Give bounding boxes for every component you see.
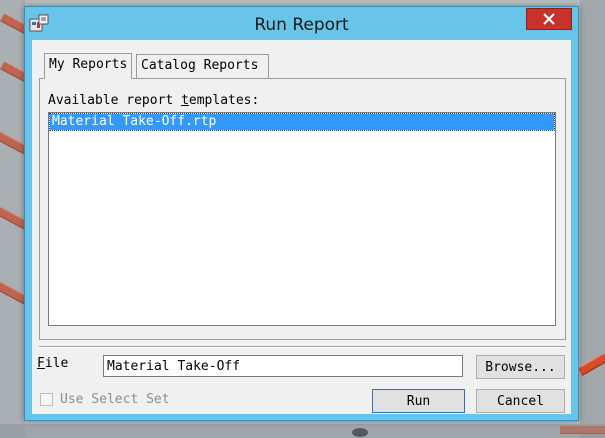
label-accelerator: t [181, 93, 189, 108]
background-floor [0, 424, 605, 438]
label-text: ile [44, 356, 69, 371]
file-label: File [37, 356, 68, 371]
window-title: Run Report [254, 15, 349, 35]
available-templates-label: Available report templates: [48, 93, 259, 108]
my-reports-panel: Available report templates: Material Tak… [39, 78, 566, 340]
file-input[interactable] [103, 355, 463, 377]
run-button[interactable]: Run [372, 389, 465, 413]
label-text: Available report [48, 93, 182, 108]
label-accelerator: F [37, 356, 45, 371]
title-bar[interactable]: Run Report [25, 7, 578, 41]
close-icon [543, 13, 555, 25]
cancel-button[interactable]: Cancel [476, 389, 565, 413]
background-structure [0, 0, 25, 438]
tab-catalog-reports[interactable]: Catalog Reports [136, 54, 269, 78]
browse-button[interactable]: Browse... [476, 355, 565, 379]
background-marker [352, 428, 368, 437]
run-report-dialog: Run Report My Reports Catalog Reports Av… [24, 6, 579, 421]
dialog-client-area: My Reports Catalog Reports Available rep… [32, 40, 571, 414]
use-select-set-checkbox[interactable] [40, 393, 53, 406]
report-templates-list[interactable]: Material Take-Off.rtp [48, 112, 556, 326]
use-select-set-label: Use Select Set [60, 392, 170, 407]
close-button[interactable] [526, 8, 572, 30]
list-item[interactable]: Material Take-Off.rtp [49, 113, 555, 131]
use-select-set-option[interactable]: Use Select Set [40, 392, 170, 407]
separator [39, 346, 566, 348]
label-text: emplates: [188, 93, 260, 108]
tab-my-reports[interactable]: My Reports [44, 53, 133, 79]
